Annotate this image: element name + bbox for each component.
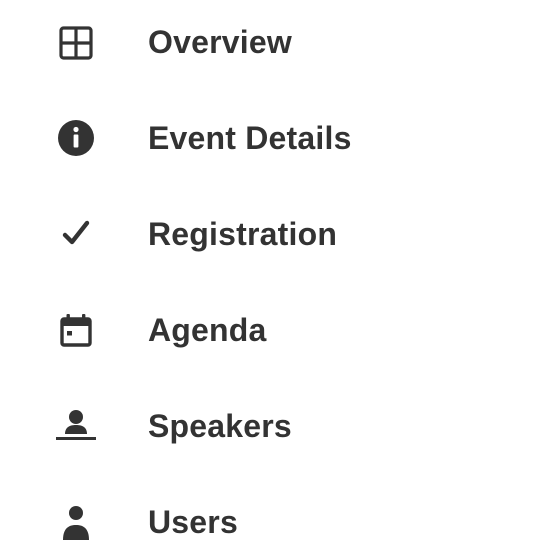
calendar-icon [52, 306, 100, 354]
sidebar-item-event-details[interactable]: Event Details [0, 102, 560, 174]
sidebar-item-label: Speakers [148, 408, 292, 444]
user-icon [52, 498, 100, 546]
sidebar-item-registration[interactable]: Registration [0, 198, 560, 270]
sidebar-item-overview[interactable]: Overview [0, 6, 560, 78]
checkmark-icon [52, 210, 100, 258]
sidebar-item-speakers[interactable]: Speakers [0, 390, 560, 462]
sidebar-item-label: Users [148, 504, 238, 540]
sidebar-item-label: Registration [148, 216, 338, 252]
sidebar-nav: Overview Event Details Registration Agen… [0, 0, 560, 560]
speaker-icon [52, 402, 100, 450]
sidebar-item-label: Overview [148, 24, 292, 60]
sidebar-item-label: Agenda [148, 312, 267, 348]
sidebar-item-users[interactable]: Users [0, 486, 560, 558]
grid-icon [52, 18, 100, 66]
info-icon [52, 114, 100, 162]
sidebar-item-label: Event Details [148, 120, 352, 156]
sidebar-item-agenda[interactable]: Agenda [0, 294, 560, 366]
